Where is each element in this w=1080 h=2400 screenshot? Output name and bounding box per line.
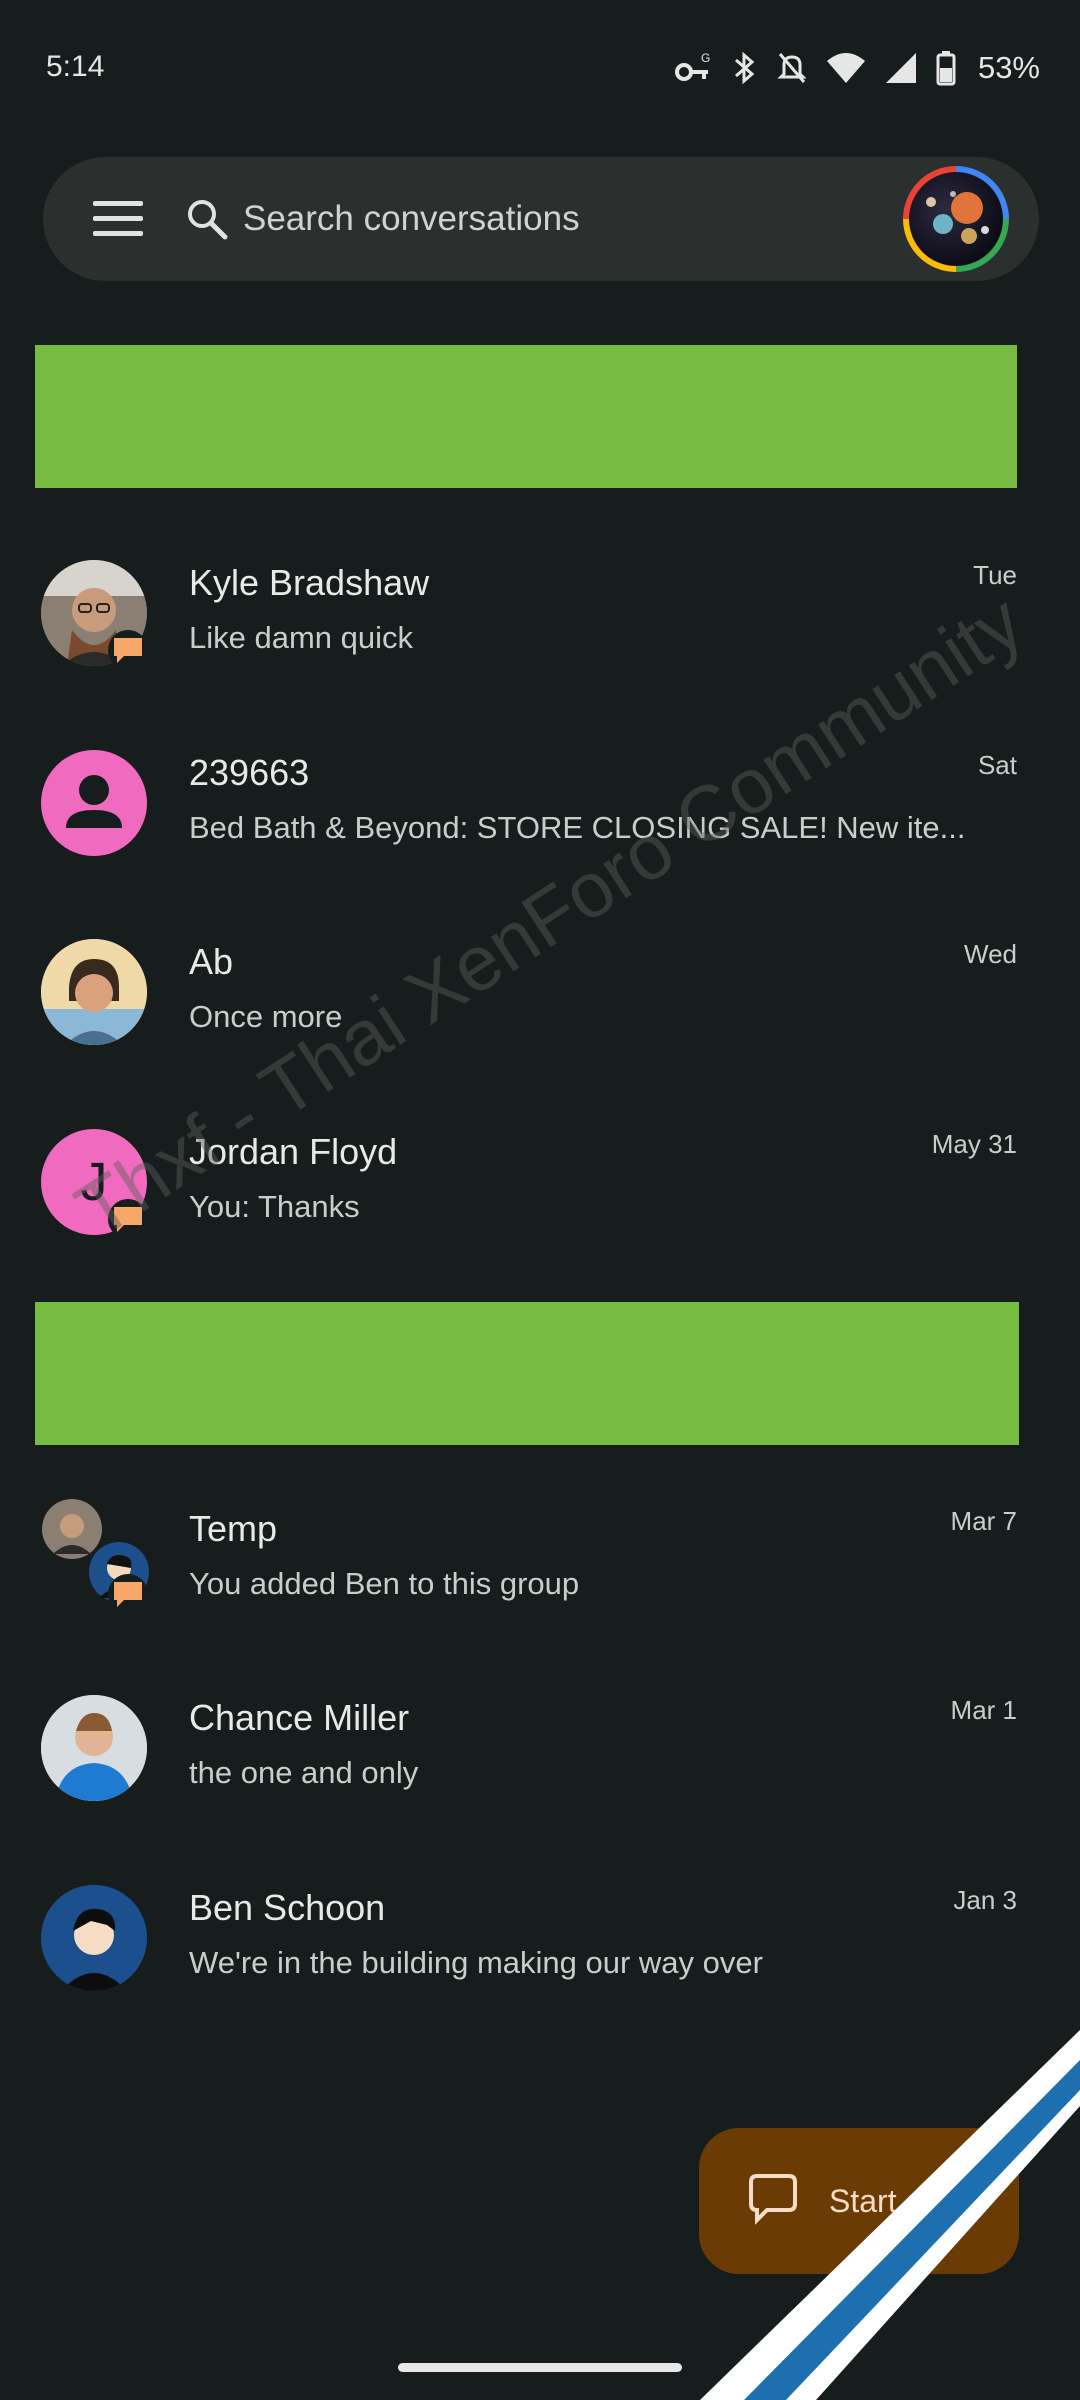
- gesture-navigation-bar[interactable]: [398, 2363, 682, 2372]
- message-time: Jan 3: [953, 1885, 1017, 1915]
- message-time: May 31: [931, 1129, 1017, 1159]
- avatar: [41, 750, 147, 856]
- status-icons: G 53%: [674, 46, 1040, 90]
- conversation-item[interactable]: Ben Schoon We're in the building making …: [0, 1877, 1080, 2052]
- rcs-chat-badge-icon: [108, 630, 148, 670]
- contact-name: Temp: [189, 1508, 278, 1549]
- message-time: Tue: [973, 560, 1017, 590]
- ad-banner[interactable]: [35, 345, 1017, 488]
- conversation-item[interactable]: Ab Once more Wed: [0, 931, 1080, 1106]
- chat-bubble-icon: [749, 2174, 797, 2225]
- conversation-item[interactable]: Kyle Bradshaw Like damn quick Tue: [0, 552, 1080, 727]
- bluetooth-icon: [734, 51, 755, 85]
- contact-name: Ab: [189, 941, 234, 982]
- contact-name: Kyle Bradshaw: [189, 562, 430, 603]
- battery-icon: [936, 51, 956, 86]
- conversation-item[interactable]: Chance Miller the one and only Mar 1: [0, 1687, 1080, 1862]
- avatar: [41, 939, 147, 1045]
- message-preview: You added Ben to this group: [189, 1566, 580, 1601]
- avatar-initial: J: [80, 1152, 108, 1212]
- start-chat-button[interactable]: Start chat: [699, 2128, 1019, 2274]
- avatar: [41, 1885, 147, 1991]
- search-bar[interactable]: Search conversations: [43, 157, 1039, 281]
- conversation-item[interactable]: 239663 Bed Bath & Beyond: STORE CLOSING …: [0, 742, 1080, 917]
- conversation-item[interactable]: J Jordan Floyd You: Thanks May 31: [0, 1121, 1080, 1296]
- contact-name: Jordan Floyd: [189, 1131, 398, 1172]
- message-time: Mar 1: [950, 1695, 1017, 1725]
- vpn-key-icon: G: [674, 51, 710, 81]
- contact-name: Ben Schoon: [189, 1887, 386, 1928]
- start-chat-label: Start chat: [829, 2183, 966, 2219]
- conversation-item[interactable]: Temp You added Ben to this group Mar 7: [0, 1498, 1080, 1673]
- wifi-icon: [826, 53, 865, 83]
- menu-icon[interactable]: [93, 201, 143, 237]
- contact-name: Chance Miller: [189, 1697, 410, 1738]
- person-icon: [66, 775, 122, 828]
- rcs-chat-badge-icon: [108, 1199, 148, 1239]
- contact-name: 239663: [189, 752, 310, 793]
- planets-image: [926, 191, 989, 244]
- search-icon: [188, 200, 228, 240]
- profile-avatar[interactable]: [903, 166, 1009, 272]
- search-input[interactable]: Search conversations: [243, 199, 580, 239]
- message-time: Sat: [977, 750, 1017, 780]
- message-time: Wed: [964, 939, 1017, 969]
- message-time: Mar 7: [950, 1506, 1017, 1536]
- rcs-chat-badge-icon: [108, 1574, 148, 1614]
- status-bar: 5:14 G 53%: [0, 0, 1080, 140]
- message-preview: Like damn quick: [189, 620, 414, 655]
- notifications-off-icon: [777, 53, 807, 83]
- ad-banner[interactable]: [35, 1302, 1019, 1445]
- message-preview: Bed Bath & Beyond: STORE CLOSING SALE! N…: [189, 810, 966, 845]
- message-preview: We're in the building making our way ove…: [189, 1945, 763, 1980]
- battery-percent: 53%: [977, 50, 1040, 85]
- avatar: [41, 1695, 147, 1801]
- status-time: 5:14: [46, 50, 105, 83]
- svg-text:G: G: [701, 51, 710, 65]
- message-preview: the one and only: [189, 1755, 419, 1790]
- message-preview: Once more: [189, 999, 343, 1034]
- cell-signal-icon: [885, 53, 916, 83]
- message-preview: You: Thanks: [189, 1189, 360, 1224]
